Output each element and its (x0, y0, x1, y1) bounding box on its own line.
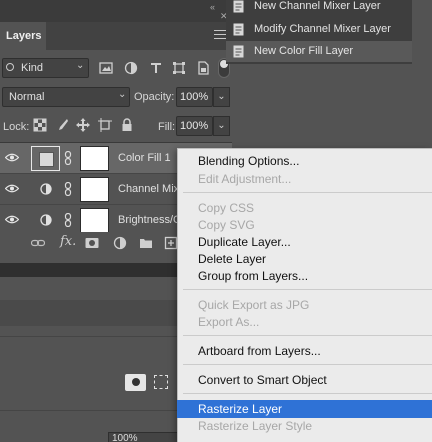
history-item-selected[interactable]: New Color Fill Layer (226, 41, 412, 62)
panel-menu-icon[interactable] (214, 30, 226, 40)
tab-strip (46, 22, 232, 50)
lock-label: Lock: (3, 121, 30, 133)
menu-item-copy-css: Copy CSS (198, 201, 255, 215)
zoom-input[interactable]: 100% (108, 432, 188, 442)
blend-mode-select[interactable]: Normal (2, 87, 130, 107)
layer-mask-thumbnail[interactable] (80, 146, 109, 171)
opacity-dropdown-button[interactable]: ⌄ (213, 87, 230, 107)
document-icon (233, 0, 244, 13)
eye-icon[interactable] (5, 215, 19, 224)
fill-dropdown-button[interactable]: ⌄ (213, 116, 230, 136)
history-item-label: New Channel Mixer Layer (254, 0, 381, 12)
menu-separator (183, 364, 432, 365)
menu-separator (183, 335, 432, 336)
lock-artboard-icon[interactable] (98, 118, 112, 132)
adjustment-layer-icon (40, 183, 52, 195)
eye-icon[interactable] (5, 153, 19, 162)
mask-icon[interactable] (125, 374, 146, 391)
menu-separator (183, 289, 432, 290)
menu-item-blending-options[interactable]: Blending Options... (177, 152, 432, 170)
filter-pixel-layer-icon[interactable] (99, 61, 113, 75)
new-adjustment-layer-icon[interactable] (113, 236, 127, 250)
lock-image-pixels-icon[interactable] (55, 118, 69, 132)
menu-item-duplicate-layer[interactable]: Duplicate Layer... (177, 233, 432, 251)
history-item[interactable]: Modify Channel Mixer Layer (226, 19, 412, 40)
new-group-folder-icon[interactable] (139, 236, 153, 250)
lock-all-icon[interactable] (120, 118, 134, 132)
menu-item-rasterize-layer[interactable]: Rasterize Layer (177, 400, 432, 418)
menu-item-artboard-from-layers[interactable]: Artboard from Layers... (177, 342, 432, 360)
menu-item-rasterize-layer-style: Rasterize Layer Style (198, 419, 313, 433)
document-icon (233, 45, 244, 58)
add-layer-mask-icon[interactable] (85, 236, 99, 250)
lock-position-icon[interactable] (76, 118, 90, 132)
fill-label: Fill: (158, 121, 176, 133)
filter-type-layer-icon[interactable] (149, 61, 163, 75)
eye-icon[interactable] (5, 184, 19, 193)
menu-separator (183, 192, 432, 193)
divider (0, 336, 190, 337)
fill-input[interactable]: 100% (176, 116, 213, 136)
menu-item-group-from-layers[interactable]: Group from Layers... (177, 267, 432, 285)
menu-item-export-as: Export As... (198, 315, 260, 329)
menu-item-copy-svg: Copy SVG (198, 218, 255, 232)
link-icon[interactable] (64, 182, 72, 196)
panel-header-strip (0, 0, 232, 22)
lower-panel-header (0, 300, 190, 326)
search-icon (6, 63, 14, 71)
layer-style-fx-icon[interactable]: fx. (60, 234, 76, 249)
menu-item-edit-adjustment: Edit Adjustment... (198, 172, 292, 186)
layer-name[interactable]: Brightness/C (118, 214, 181, 226)
link-icon[interactable] (64, 151, 72, 165)
filter-adjustment-layer-icon[interactable] (124, 61, 138, 75)
layer-name[interactable]: Color Fill 1 (118, 152, 171, 164)
history-item-label: New Color Fill Layer (254, 45, 354, 57)
opacity-input[interactable]: 100% (176, 87, 213, 107)
divider (0, 410, 190, 411)
layer-name[interactable]: Channel Mix (118, 183, 179, 195)
link-layers-icon[interactable] (31, 236, 45, 250)
transform-icon[interactable] (154, 375, 168, 389)
collapse-panels-icon[interactable]: « (210, 2, 215, 12)
history-item[interactable]: New Channel Mixer Layer (226, 0, 412, 17)
layer-mask-thumbnail[interactable] (80, 177, 109, 202)
filter-shape-layer-icon[interactable] (172, 61, 186, 75)
document-icon (233, 23, 244, 36)
history-item-label: Modify Channel Mixer Layer (254, 23, 391, 35)
new-layer-icon[interactable] (164, 236, 178, 250)
lock-transparent-pixels-icon[interactable] (33, 118, 47, 132)
opacity-label: Opacity: (134, 91, 175, 103)
filter-smart-object-icon[interactable] (196, 61, 210, 75)
chevron-down-icon: ⌄ (118, 89, 127, 100)
adjustment-layer-icon (40, 214, 52, 226)
link-icon[interactable] (64, 213, 72, 227)
tab-layers[interactable]: Layers (0, 22, 46, 50)
layer-mask-thumbnail[interactable] (80, 208, 109, 233)
menu-separator (183, 393, 432, 394)
menu-item-convert-to-smart-object[interactable]: Convert to Smart Object (177, 371, 432, 389)
menu-item-delete-layer[interactable]: Delete Layer (177, 250, 432, 268)
layer-thumbnail-color-fill[interactable] (31, 146, 60, 171)
chevron-down-icon: ⌄ (76, 60, 85, 71)
menu-item-quick-export-jpg: Quick Export as JPG (198, 298, 310, 312)
